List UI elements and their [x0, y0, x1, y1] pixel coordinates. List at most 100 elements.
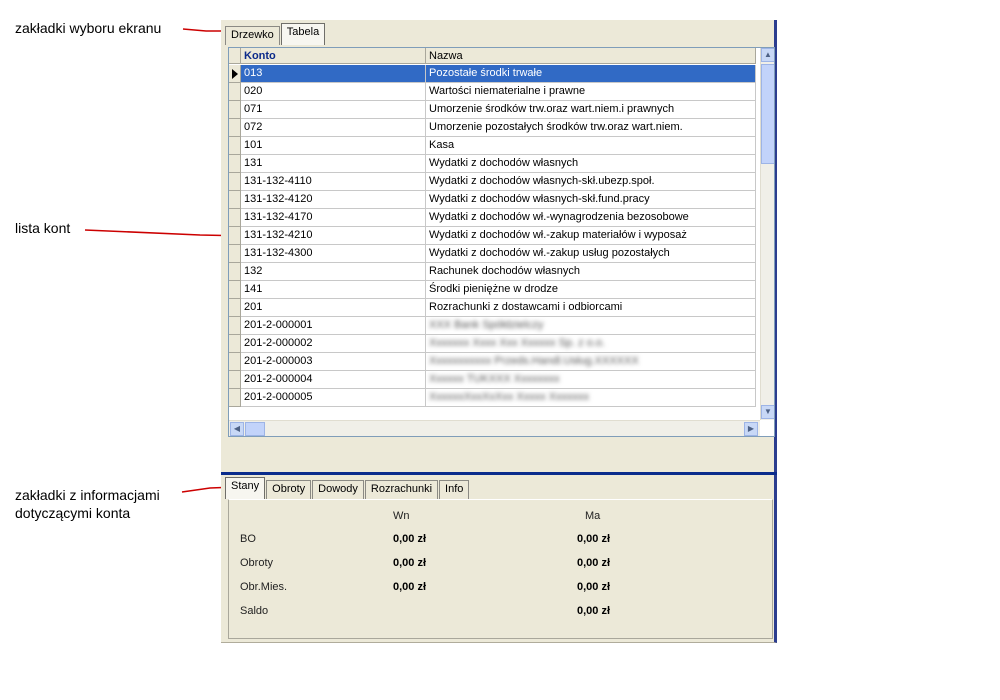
- scroll-down-icon[interactable]: ▼: [761, 405, 774, 419]
- row-indicator[interactable]: [229, 65, 241, 83]
- cell-nazwa[interactable]: Wydatki z dochodów wł.-wynagrodzenia bez…: [426, 209, 756, 227]
- table-row[interactable]: 131-132-4170 Wydatki z dochodów wł.-wynag…: [229, 209, 756, 227]
- cell-nazwa[interactable]: XXX Bank Spółdzielczy: [426, 317, 756, 335]
- tab-rozrachunki[interactable]: Rozrachunki: [364, 480, 439, 499]
- cell-nazwa[interactable]: Pozostałe środki trwałe: [426, 65, 756, 83]
- tab-drzewko[interactable]: Drzewko: [225, 26, 280, 45]
- scroll-left-icon[interactable]: ◀: [230, 422, 244, 436]
- cell-nazwa[interactable]: Rozrachunki z dostawcami i odbiorcami: [426, 299, 756, 317]
- row-indicator[interactable]: [229, 209, 241, 227]
- cell-konto[interactable]: 201-2-000005: [241, 389, 426, 407]
- table-row[interactable]: 131-132-4110 Wydatki z dochodów własnych-…: [229, 173, 756, 191]
- cell-konto[interactable]: 131: [241, 155, 426, 173]
- row-indicator[interactable]: [229, 101, 241, 119]
- table-rows: 013 Pozostałe środki trwałe 020 Wartości ni…: [229, 65, 756, 407]
- table-row[interactable]: 141 Środki pieniężne w drodze: [229, 281, 756, 299]
- vertical-scroll-thumb[interactable]: [761, 64, 774, 164]
- row-indicator[interactable]: [229, 119, 241, 137]
- row-indicator[interactable]: [229, 245, 241, 263]
- table-row[interactable]: 072 Umorzenie pozostałych środków trw.ora…: [229, 119, 756, 137]
- cell-nazwa[interactable]: Umorzenie środków trw.oraz wart.niem.i p…: [426, 101, 756, 119]
- cell-konto[interactable]: 131-132-4300: [241, 245, 426, 263]
- cell-nazwa[interactable]: Rachunek dochodów własnych: [426, 263, 756, 281]
- tab-dowody[interactable]: Dowody: [312, 480, 364, 499]
- cell-konto[interactable]: 013: [241, 65, 426, 83]
- header-konto[interactable]: Konto: [241, 48, 426, 64]
- cell-konto[interactable]: 131-132-4170: [241, 209, 426, 227]
- row-indicator[interactable]: [229, 137, 241, 155]
- row-indicator[interactable]: [229, 155, 241, 173]
- cell-nazwa[interactable]: Xxxxxxx Xxxx Xxx Xxxxxx Sp. z o.o.: [426, 335, 756, 353]
- tab-tabela[interactable]: Tabela: [280, 23, 326, 45]
- cell-konto[interactable]: 131-132-4120: [241, 191, 426, 209]
- tab-info[interactable]: Info: [439, 480, 470, 499]
- cell-konto[interactable]: 201: [241, 299, 426, 317]
- cell-nazwa[interactable]: Wydatki z dochodów wł.-zakup usług pozos…: [426, 245, 756, 263]
- stany-label-obroty: Obroty: [240, 557, 274, 569]
- row-indicator[interactable]: [229, 389, 241, 407]
- row-indicator[interactable]: [229, 335, 241, 353]
- cell-nazwa[interactable]: Wydatki z dochodów własnych: [426, 155, 756, 173]
- cell-konto[interactable]: 131-132-4210: [241, 227, 426, 245]
- scroll-right-icon[interactable]: ▶: [744, 422, 758, 436]
- cell-nazwa[interactable]: Wydatki z dochodów wł.-zakup materiałów …: [426, 227, 756, 245]
- cell-nazwa[interactable]: Kasa: [426, 137, 756, 155]
- tab-obroty[interactable]: Obroty: [266, 480, 312, 499]
- vertical-scrollbar[interactable]: ▲ ▼: [760, 48, 774, 420]
- cell-konto[interactable]: 020: [241, 83, 426, 101]
- table-row[interactable]: 013 Pozostałe środki trwałe: [229, 65, 756, 83]
- cell-konto[interactable]: 201-2-000001: [241, 317, 426, 335]
- cell-nazwa-text: Środki pieniężne w drodze: [429, 283, 559, 295]
- cell-konto[interactable]: 201-2-000003: [241, 353, 426, 371]
- table-row[interactable]: 201-2-000004 Xxxxxx TUKXXX Xxxxxxxx: [229, 371, 756, 389]
- cell-nazwa[interactable]: XxxxxxXxxXxXxx Xxxxx Xxxxxxx: [426, 389, 756, 407]
- tab-stany[interactable]: Stany: [225, 477, 266, 499]
- table-row[interactable]: 201-2-000001 XXX Bank Spółdzielczy: [229, 317, 756, 335]
- row-indicator[interactable]: [229, 83, 241, 101]
- horizontal-scrollbar[interactable]: ◀ ▶: [229, 420, 760, 436]
- cell-nazwa[interactable]: Wartości niematerialne i prawne: [426, 83, 756, 101]
- table-row[interactable]: 131 Wydatki z dochodów własnych: [229, 155, 756, 173]
- cell-konto[interactable]: 141: [241, 281, 426, 299]
- row-indicator[interactable]: [229, 371, 241, 389]
- cell-nazwa[interactable]: Xxxxxx TUKXXX Xxxxxxxx: [426, 371, 756, 389]
- table-row[interactable]: 201-2-000002 Xxxxxxx Xxxx Xxx Xxxxxx Sp. …: [229, 335, 756, 353]
- stany-obr-mies-wn: 0,00 zł: [393, 581, 427, 593]
- cell-konto[interactable]: 132: [241, 263, 426, 281]
- row-indicator[interactable]: [229, 281, 241, 299]
- row-indicator[interactable]: [229, 191, 241, 209]
- cell-konto[interactable]: 201-2-000004: [241, 371, 426, 389]
- table-row[interactable]: 201 Rozrachunki z dostawcami i odbiorcami: [229, 299, 756, 317]
- cell-konto[interactable]: 201-2-000002: [241, 335, 426, 353]
- table-row[interactable]: 201-2-000003 Xxxxxxxxxxx Przeds.Handl.Usł…: [229, 353, 756, 371]
- cell-nazwa[interactable]: Środki pieniężne w drodze: [426, 281, 756, 299]
- cell-nazwa[interactable]: Xxxxxxxxxxx Przeds.Handl.Usług.XXXXXX: [426, 353, 756, 371]
- row-indicator[interactable]: [229, 263, 241, 281]
- cell-nazwa[interactable]: Wydatki z dochodów własnych-skł.ubezp.sp…: [426, 173, 756, 191]
- row-indicator[interactable]: [229, 299, 241, 317]
- cell-konto[interactable]: 071: [241, 101, 426, 119]
- cell-nazwa-text: Xxxxxxx Xxxx Xxx Xxxxxx Sp. z o.o.: [429, 337, 606, 349]
- header-nazwa[interactable]: Nazwa: [426, 48, 756, 64]
- scroll-up-icon[interactable]: ▲: [761, 48, 774, 62]
- cell-nazwa[interactable]: Wydatki z dochodów własnych-skł.fund.pra…: [426, 191, 756, 209]
- table-row[interactable]: 131-132-4210 Wydatki z dochodów wł.-zakup…: [229, 227, 756, 245]
- table-row[interactable]: 131-132-4300 Wydatki z dochodów wł.-zakup…: [229, 245, 756, 263]
- table-row[interactable]: 071 Umorzenie środków trw.oraz wart.niem.…: [229, 101, 756, 119]
- stany-obroty-wn: 0,00 zł: [393, 557, 427, 569]
- cell-konto[interactable]: 072: [241, 119, 426, 137]
- row-indicator[interactable]: [229, 317, 241, 335]
- table-row[interactable]: 101 Kasa: [229, 137, 756, 155]
- horizontal-scroll-thumb[interactable]: [245, 422, 265, 436]
- table-row[interactable]: 201-2-000005 XxxxxxXxxXxXxx Xxxxx Xxxxxxx: [229, 389, 756, 407]
- row-indicator[interactable]: [229, 353, 241, 371]
- table-row[interactable]: 131-132-4120 Wydatki z dochodów własnych-…: [229, 191, 756, 209]
- row-indicator[interactable]: [229, 173, 241, 191]
- row-indicator[interactable]: [229, 227, 241, 245]
- cell-nazwa-text: Wydatki z dochodów wł.-zakup materiałów …: [429, 229, 687, 241]
- cell-konto[interactable]: 101: [241, 137, 426, 155]
- cell-nazwa[interactable]: Umorzenie pozostałych środków trw.oraz w…: [426, 119, 756, 137]
- table-row[interactable]: 020 Wartości niematerialne i prawne: [229, 83, 756, 101]
- cell-konto[interactable]: 131-132-4110: [241, 173, 426, 191]
- table-row[interactable]: 132 Rachunek dochodów własnych: [229, 263, 756, 281]
